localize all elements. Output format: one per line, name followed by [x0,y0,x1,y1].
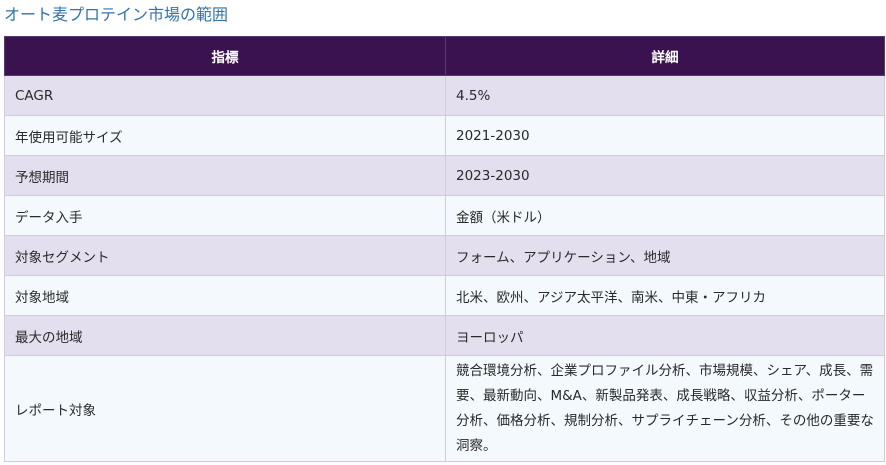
row-label: 最大の地域 [4,315,446,356]
row-label: CAGR [4,75,446,116]
row-value: フォーム、アプリケーション、地域 [445,235,885,276]
market-scope-table: 指標 詳細 CAGR 4.5% 年使用可能サイズ 2021-2030 予想期間 … [4,36,885,462]
table-row: 対象地域 北米、欧州、アジア太平洋、南米、中東・アフリカ [4,275,885,316]
table-row: 最大の地域 ヨーロッパ [4,315,885,356]
row-value: 北米、欧州、アジア太平洋、南米、中東・アフリカ [445,275,885,316]
header-details: 詳細 [445,36,885,76]
row-label: 対象セグメント [4,235,446,276]
row-label: レポート対象 [4,355,446,462]
page-title: オート麦プロテイン市場の範囲 [4,5,229,24]
row-label: データ入手 [4,195,446,236]
row-value: 金額（米ドル） [445,195,885,236]
table-row: 年使用可能サイズ 2021-2030 [4,115,885,156]
table-row: CAGR 4.5% [4,75,885,116]
table-row: レポート対象 競合環境分析、企業プロファイル分析、市場規模、シェア、成長、需要、… [4,355,885,462]
table-row: データ入手 金額（米ドル） [4,195,885,236]
row-label: 年使用可能サイズ [4,115,446,156]
table-row: 対象セグメント フォーム、アプリケーション、地域 [4,235,885,276]
table-header-row: 指標 詳細 [4,36,885,76]
row-value: ヨーロッパ [445,315,885,356]
row-value: 競合環境分析、企業プロファイル分析、市場規模、シェア、成長、需要、最新動向、M&… [445,355,885,462]
row-label: 予想期間 [4,155,446,196]
row-value: 4.5% [445,75,885,116]
header-indicator: 指標 [4,36,446,76]
row-value: 2021-2030 [445,115,885,156]
row-label: 対象地域 [4,275,446,316]
table-row: 予想期間 2023-2030 [4,155,885,196]
row-value: 2023-2030 [445,155,885,196]
